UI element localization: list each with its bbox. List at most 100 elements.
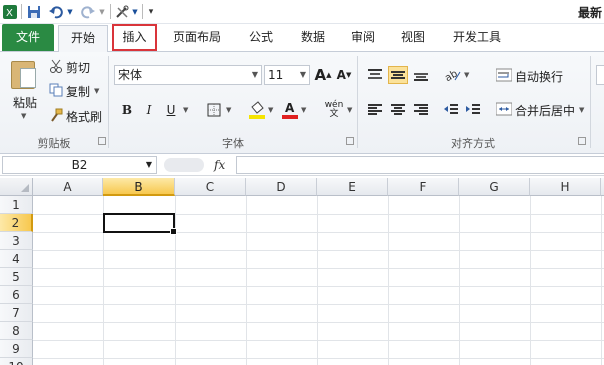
align-left-icon xyxy=(368,104,382,115)
grow-font-button[interactable]: A ▲ xyxy=(314,66,332,84)
font-color-icon: A xyxy=(282,101,298,119)
row-header[interactable]: 8 xyxy=(0,322,33,340)
row-header[interactable]: 6 xyxy=(0,286,33,304)
column-header[interactable]: H xyxy=(530,178,601,196)
tab-developer[interactable]: 开发工具 xyxy=(443,24,511,51)
decrease-indent-icon xyxy=(444,104,458,114)
shrink-font-glyph: A xyxy=(336,68,346,82)
row-header[interactable]: 1 xyxy=(0,196,33,214)
font-color-dropdown-icon[interactable]: ▼ xyxy=(301,106,306,114)
align-left-button[interactable] xyxy=(366,101,384,119)
undo-dropdown-icon[interactable]: ▼ xyxy=(66,3,74,20)
row-header[interactable]: 5 xyxy=(0,268,33,286)
insert-function-icon[interactable]: fx xyxy=(214,158,225,172)
copy-dropdown-icon[interactable]: ▼ xyxy=(94,87,99,95)
format-painter-button[interactable]: 格式刷 xyxy=(49,107,102,125)
column-header[interactable]: E xyxy=(317,178,388,196)
redo-icon[interactable] xyxy=(80,3,96,20)
column-header[interactable]: G xyxy=(459,178,530,196)
gridline xyxy=(33,322,604,323)
shrink-font-button[interactable]: A ▼ xyxy=(335,66,353,84)
row-header-selected[interactable]: 2 xyxy=(0,214,33,232)
paste-icon[interactable] xyxy=(8,58,38,92)
fill-color-dropdown-icon[interactable]: ▼ xyxy=(268,106,273,114)
decrease-indent-button[interactable] xyxy=(442,101,460,119)
merge-center-dropdown-icon[interactable]: ▼ xyxy=(579,106,584,114)
paste-button[interactable]: 粘贴 xyxy=(8,94,42,110)
tools-icon[interactable] xyxy=(114,3,130,20)
tab-file[interactable]: 文件 xyxy=(2,24,54,51)
customize-qat-icon[interactable]: ▾ xyxy=(146,3,156,20)
clipboard-group-label: 剪贴板 xyxy=(37,137,71,150)
alignment-group-label: 对齐方式 xyxy=(451,137,495,150)
underline-dropdown-icon[interactable]: ▼ xyxy=(183,106,188,114)
number-format-select-partial[interactable] xyxy=(596,65,604,85)
tools-dropdown-icon[interactable]: ▼ xyxy=(131,3,139,20)
align-right-button[interactable] xyxy=(412,101,430,119)
alignment-launcher-icon[interactable] xyxy=(578,137,586,145)
font-launcher-icon[interactable] xyxy=(346,137,354,145)
worksheet-grid[interactable]: A B C D E F G H 1 2 3 4 5 6 7 8 9 10 xyxy=(0,178,604,365)
name-box[interactable]: B2 ▼ xyxy=(2,156,157,174)
orientation-dropdown-icon[interactable]: ▼ xyxy=(464,71,469,79)
tab-review[interactable]: 审阅 xyxy=(340,24,386,51)
bold-button[interactable]: B xyxy=(118,101,136,119)
row-header[interactable]: 7 xyxy=(0,304,33,322)
formula-bar-toggle[interactable] xyxy=(164,158,204,172)
select-all-corner[interactable] xyxy=(0,178,33,196)
cut-button[interactable]: 剪切 xyxy=(49,58,90,76)
row-header[interactable]: 3 xyxy=(0,232,33,250)
redo-dropdown-icon[interactable]: ▼ xyxy=(98,3,106,20)
phonetic-button[interactable]: wén 文 xyxy=(322,99,346,121)
align-bottom-button[interactable] xyxy=(412,66,430,84)
cut-label: 剪切 xyxy=(66,60,91,75)
align-top-button[interactable] xyxy=(366,66,384,84)
font-size-value: 11 xyxy=(268,68,284,82)
column-header[interactable]: C xyxy=(175,178,246,196)
phonetic-dropdown-icon[interactable]: ▼ xyxy=(347,106,352,114)
clipboard-launcher-icon[interactable] xyxy=(98,137,106,145)
qat-separator xyxy=(110,4,111,19)
font-name-dropdown-icon: ▼ xyxy=(251,70,258,79)
wrap-text-button[interactable]: 自动换行 xyxy=(495,67,563,85)
tab-insert[interactable]: 插入 xyxy=(112,24,157,51)
font-size-select[interactable]: 11 ▼ xyxy=(264,65,310,85)
borders-button[interactable] xyxy=(205,101,223,119)
merge-center-button[interactable]: 合并后居中 ▼ xyxy=(495,101,584,119)
active-cell-b2[interactable] xyxy=(103,213,177,235)
tab-data[interactable]: 数据 xyxy=(290,24,336,51)
tab-formulas[interactable]: 公式 xyxy=(238,24,284,51)
formula-input[interactable] xyxy=(236,156,604,174)
grow-arrow-icon: ▲ xyxy=(326,71,332,79)
align-middle-button[interactable] xyxy=(388,66,408,84)
gridline xyxy=(530,196,531,365)
gridline xyxy=(388,196,389,365)
column-header[interactable]: F xyxy=(388,178,459,196)
borders-dropdown-icon[interactable]: ▼ xyxy=(226,106,231,114)
orientation-button[interactable]: ab xyxy=(444,66,462,84)
column-header[interactable]: A xyxy=(33,178,103,196)
orientation-icon: ab xyxy=(445,68,461,82)
align-bottom-icon xyxy=(414,73,428,81)
copy-button[interactable]: 复制 ▼ xyxy=(49,82,99,100)
font-name-select[interactable]: 宋体 ▼ xyxy=(114,65,262,85)
tab-view[interactable]: 视图 xyxy=(390,24,436,51)
row-header[interactable]: 10 xyxy=(0,358,33,365)
undo-icon[interactable] xyxy=(48,3,64,20)
save-icon[interactable] xyxy=(26,3,42,20)
tab-page-layout[interactable]: 页面布局 xyxy=(163,24,231,51)
name-box-dropdown-icon[interactable]: ▼ xyxy=(146,157,152,173)
column-header[interactable]: D xyxy=(246,178,317,196)
italic-button[interactable]: I xyxy=(140,101,158,119)
column-header-selected[interactable]: B xyxy=(103,178,175,196)
font-color-button[interactable]: A xyxy=(281,99,299,121)
row-header[interactable]: 4 xyxy=(0,250,33,268)
fill-color-button[interactable] xyxy=(248,99,266,121)
tab-home[interactable]: 开始 xyxy=(58,25,108,52)
paste-dropdown-icon[interactable]: ▼ xyxy=(21,112,26,120)
name-box-value: B2 xyxy=(71,158,88,172)
align-center-button[interactable] xyxy=(389,101,407,119)
increase-indent-button[interactable] xyxy=(464,101,482,119)
row-header[interactable]: 9 xyxy=(0,340,33,358)
underline-button[interactable]: U xyxy=(162,101,180,119)
